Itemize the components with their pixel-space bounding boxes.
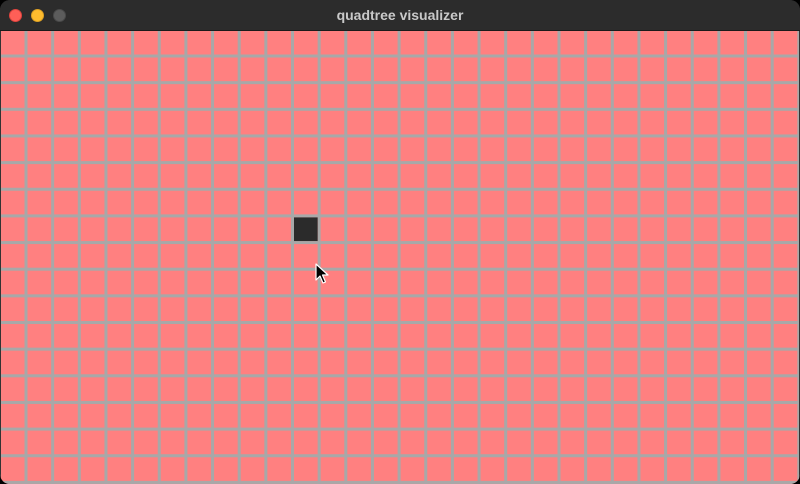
- grid-line-vertical: [717, 31, 721, 484]
- quadtree-grid: [1, 31, 799, 484]
- close-button[interactable]: [9, 9, 22, 22]
- grid-line-horizontal: [1, 107, 799, 111]
- grid-line-horizontal: [1, 454, 799, 458]
- grid-line-horizontal: [1, 347, 799, 351]
- grid-line-horizontal: [1, 161, 799, 165]
- mouse-pointer-icon: [315, 263, 329, 284]
- grid-line-vertical: [24, 31, 28, 484]
- grid-line-vertical: [477, 31, 481, 484]
- grid-line-horizontal: [1, 54, 799, 58]
- grid-line-vertical: [184, 31, 188, 484]
- grid-line-vertical: [131, 31, 135, 484]
- grid-line-vertical: [370, 31, 374, 484]
- grid-line-horizontal: [1, 321, 799, 324]
- grid-line-vertical: [157, 31, 161, 484]
- grid-line-horizontal: [1, 480, 799, 484]
- grid-line-vertical: [344, 31, 348, 484]
- grid-line-horizontal: [1, 134, 799, 138]
- grid-line-vertical: [450, 31, 454, 484]
- grid-line-vertical: [104, 31, 108, 484]
- grid-line-horizontal: [1, 400, 799, 404]
- grid-line-horizontal: [1, 187, 799, 191]
- grid-line-vertical: [770, 31, 774, 484]
- grid-line-vertical: [530, 31, 534, 484]
- minimize-button[interactable]: [31, 9, 44, 22]
- grid-line-vertical: [317, 31, 321, 484]
- quadtree-canvas[interactable]: [0, 31, 800, 484]
- grid-line-vertical: [744, 31, 748, 484]
- zoom-button[interactable]: [53, 9, 66, 22]
- grid-line-vertical: [77, 31, 81, 484]
- grid-line-horizontal: [1, 267, 799, 271]
- grid-line-vertical: [397, 31, 401, 484]
- filled-cell[interactable]: [294, 217, 318, 242]
- grid-line-horizontal: [1, 374, 799, 378]
- grid-line-vertical: [610, 31, 614, 484]
- grid-line-horizontal: [1, 241, 799, 245]
- grid-line-vertical: [664, 31, 668, 484]
- title-bar[interactable]: quadtree visualizer: [0, 0, 800, 31]
- window-title: quadtree visualizer: [336, 7, 464, 23]
- grid-line-vertical: [424, 31, 428, 484]
- grid-line-vertical: [51, 31, 55, 484]
- grid-line-horizontal: [1, 214, 799, 218]
- grid-line-vertical: [211, 31, 215, 484]
- grid-line-vertical: [637, 31, 641, 484]
- grid-line-vertical: [237, 31, 241, 484]
- grid-line-vertical: [264, 31, 268, 484]
- grid-line-vertical: [557, 31, 561, 484]
- grid-line-vertical: [291, 31, 294, 484]
- grid-line-horizontal: [1, 427, 799, 431]
- grid-line-horizontal: [1, 81, 799, 85]
- grid-line-vertical: [690, 31, 694, 484]
- grid-line-horizontal: [1, 294, 799, 298]
- grid-line-vertical: [584, 31, 588, 484]
- grid-line-vertical: [504, 31, 508, 484]
- app-window: quadtree visualizer: [0, 0, 800, 484]
